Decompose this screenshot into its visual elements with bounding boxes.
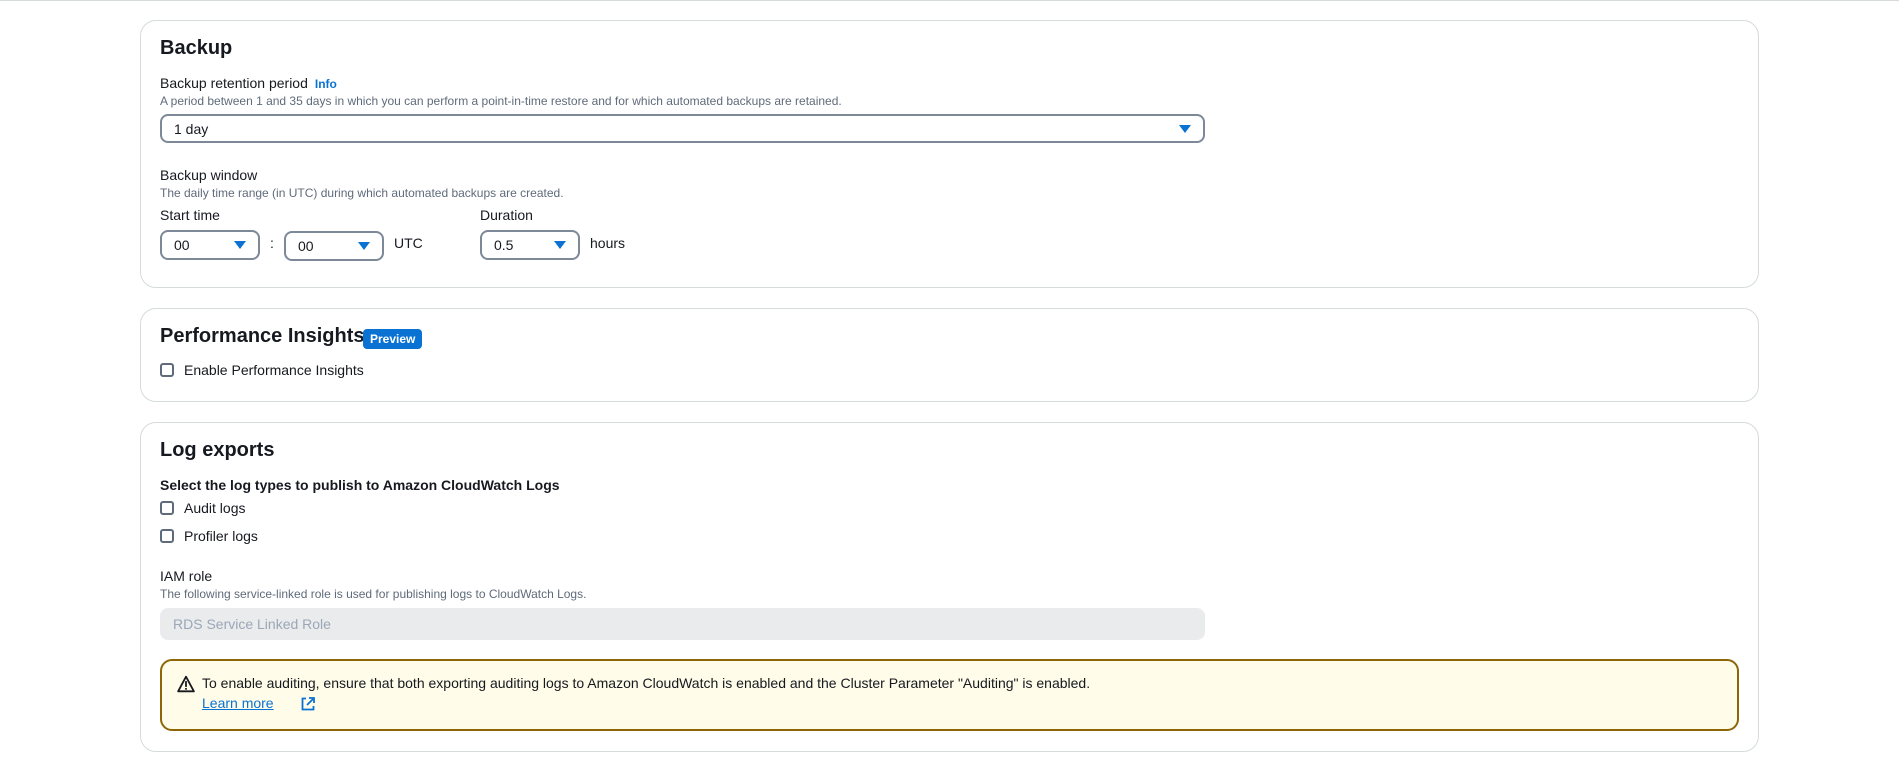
profiler-logs-option[interactable]: Profiler logs	[160, 528, 280, 546]
duration-label: Duration	[480, 207, 533, 223]
backup-panel: Backup Backup retention period Info A per…	[140, 20, 1759, 288]
backup-title: Backup	[160, 37, 233, 59]
learn-more-link[interactable]: Learn more	[202, 695, 274, 711]
backup-window-description: The daily time range (in UTC) during whi…	[160, 186, 564, 200]
profiler-logs-label[interactable]: Profiler logs	[184, 528, 258, 544]
performance-insights-title: Performance Insights	[160, 325, 365, 347]
start-minute-select[interactable]: 00	[284, 231, 384, 261]
auditing-warning-alert: To enable auditing, ensure that both exp…	[160, 659, 1739, 731]
start-hour-value: 00	[174, 237, 190, 253]
caret-down-icon	[554, 241, 566, 249]
iam-role-label: IAM role	[160, 568, 213, 584]
retention-period-select[interactable]: 1 day	[160, 114, 1205, 143]
log-exports-title: Log exports	[160, 439, 275, 461]
retention-description: A period between 1 and 35 days in which …	[160, 94, 842, 108]
time-separator: :	[270, 235, 274, 251]
iam-role-value: RDS Service Linked Role	[173, 616, 331, 632]
log-exports-panel: Log exports Select the log types to publ…	[140, 422, 1759, 752]
enable-performance-insights-label[interactable]: Enable Performance Insights	[184, 362, 364, 378]
timezone-label: UTC	[394, 235, 423, 251]
warning-icon	[177, 675, 195, 693]
iam-role-description: The following service-linked role is use…	[160, 587, 587, 601]
caret-down-icon	[1179, 125, 1191, 133]
backup-window-label: Backup window	[160, 167, 258, 183]
external-link-icon[interactable]	[300, 696, 316, 712]
retention-period-value: 1 day	[174, 121, 209, 137]
caret-down-icon	[358, 242, 370, 250]
retention-info-link[interactable]: Info	[315, 77, 337, 91]
duration-value: 0.5	[494, 237, 514, 253]
iam-role-field: RDS Service Linked Role	[160, 608, 1205, 640]
audit-logs-label[interactable]: Audit logs	[184, 500, 245, 516]
auditing-warning-message: To enable auditing, ensure that both exp…	[202, 675, 1091, 691]
profiler-logs-checkbox[interactable]	[160, 529, 174, 543]
log-types-label: Select the log types to publish to Amazo…	[160, 477, 560, 493]
preview-badge: Preview	[363, 329, 423, 349]
duration-unit: hours	[590, 235, 626, 251]
start-minute-value: 00	[298, 238, 314, 254]
audit-logs-checkbox[interactable]	[160, 501, 174, 515]
start-hour-select[interactable]: 00	[160, 230, 260, 260]
retention-label-row: Backup retention period Info	[160, 75, 337, 91]
top-divider	[0, 0, 1899, 1]
enable-performance-insights-option[interactable]: Enable Performance Insights	[160, 362, 400, 380]
caret-down-icon	[234, 241, 246, 249]
retention-label: Backup retention period	[160, 75, 308, 91]
start-time-label: Start time	[160, 207, 220, 223]
enable-performance-insights-checkbox[interactable]	[160, 363, 174, 377]
performance-insights-panel: Performance Insights Preview Enable Perf…	[140, 308, 1759, 402]
duration-select[interactable]: 0.5	[480, 230, 580, 260]
audit-logs-option[interactable]: Audit logs	[160, 500, 280, 518]
